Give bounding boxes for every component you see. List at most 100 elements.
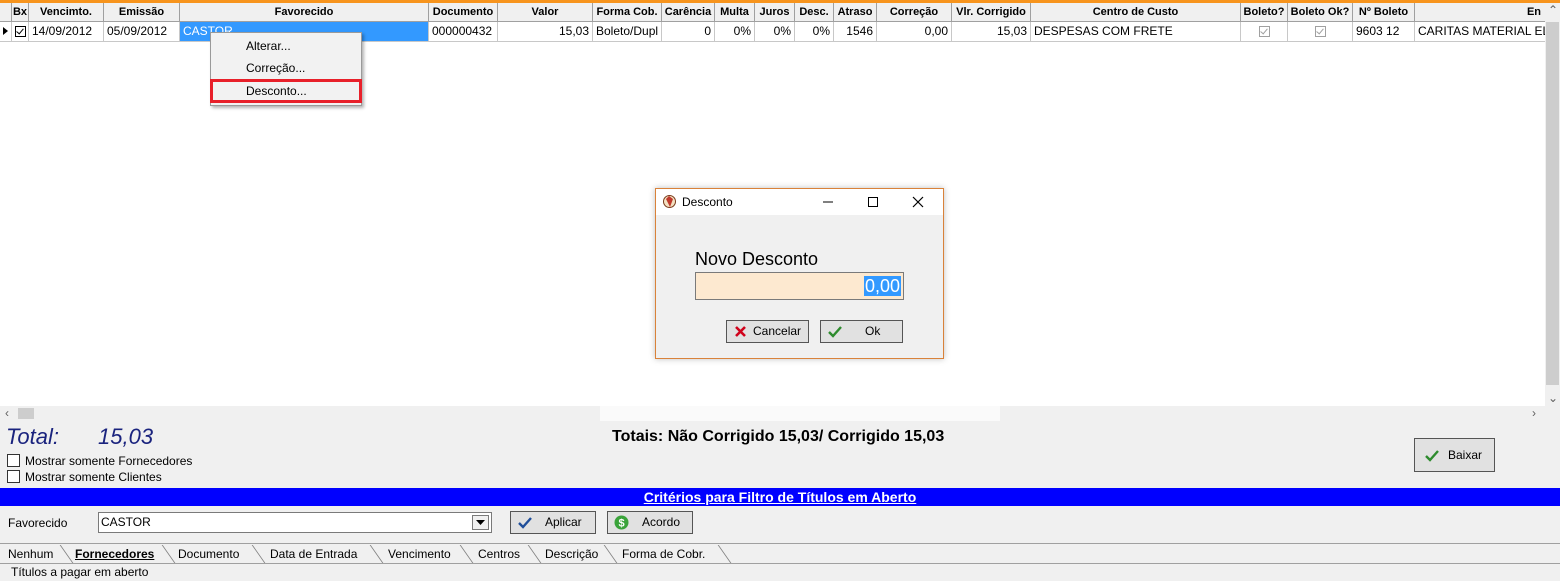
cancel-button[interactable]: Cancelar — [726, 320, 809, 343]
tab-documento[interactable]: Documento — [178, 544, 239, 564]
header-vlr-corrigido[interactable]: Vlr. Corrigido — [952, 3, 1031, 21]
scroll-right-icon[interactable]: › — [1532, 406, 1536, 421]
tab-divider — [459, 545, 474, 563]
favorecido-combo-value[interactable]: CASTOR — [101, 513, 151, 532]
boleto-ok-checkbox[interactable] — [1314, 26, 1326, 38]
tab-data-entrada[interactable]: Data de Entrada — [270, 544, 357, 564]
header-favorecido[interactable]: Favorecido — [180, 3, 429, 21]
total-value: 15,03 — [98, 424, 154, 449]
cell-carencia[interactable]: 0 — [662, 22, 715, 41]
grid-header: Bx Vencimto. Emissão Favorecido Document… — [0, 3, 1545, 22]
scroll-up-icon[interactable]: ⌃ — [1548, 3, 1558, 18]
cell-documento[interactable]: 000000432 — [429, 22, 498, 41]
tab-descricao[interactable]: Descrição — [545, 544, 598, 564]
cell-boleto[interactable] — [1241, 22, 1288, 41]
acordo-label: Acordo — [642, 515, 681, 529]
filter-criteria-bar: Critérios para Filtro de Títulos em Aber… — [0, 488, 1560, 506]
baixar-check-icon — [1425, 450, 1439, 462]
ok-check-icon — [828, 326, 842, 338]
baixar-button[interactable]: Baixar — [1414, 438, 1495, 472]
bx-checkbox[interactable] — [15, 26, 26, 38]
header-desc[interactable]: Desc. — [795, 3, 834, 21]
header-juros[interactable]: Juros — [755, 3, 795, 21]
horizontal-scroll-thumb[interactable] — [18, 408, 34, 419]
checkbox-clientes-box[interactable] — [7, 470, 20, 483]
cell-emissao[interactable]: 05/09/2012 — [104, 22, 180, 41]
tab-vencimento[interactable]: Vencimento — [388, 544, 451, 564]
header-atraso[interactable]: Atraso — [834, 3, 877, 21]
favorecido-combo[interactable]: CASTOR — [98, 512, 492, 533]
tab-divider — [717, 545, 732, 563]
header-indicator — [0, 3, 12, 21]
cell-centro-custo[interactable]: DESPESAS COM FRETE — [1031, 22, 1241, 41]
checkbox-clientes[interactable]: Mostrar somente Clientes — [7, 470, 162, 484]
menu-item-desconto[interactable]: Desconto... — [210, 79, 362, 103]
header-documento[interactable]: Documento — [429, 3, 498, 21]
row-indicator — [0, 22, 12, 41]
aplicar-check-icon — [518, 517, 532, 529]
tab-centros[interactable]: Centros — [478, 544, 520, 564]
header-n-boleto[interactable]: Nº Boleto — [1353, 3, 1415, 21]
scroll-left-icon[interactable]: ‹ — [5, 406, 9, 421]
cancel-label: Cancelar — [753, 324, 802, 338]
header-vencimento[interactable]: Vencimto. — [29, 3, 104, 21]
combo-dropdown-button[interactable] — [472, 515, 489, 530]
menu-item-alterar[interactable]: Alterar... — [211, 35, 361, 57]
context-menu: Alterar... Correção... Desconto... — [210, 32, 362, 106]
svg-text:$: $ — [618, 518, 624, 530]
cell-atraso[interactable]: 1546 — [834, 22, 877, 41]
checkbox-clientes-label: Mostrar somente Clientes — [25, 470, 162, 484]
total-label: Total: — [6, 424, 60, 449]
totais-summary: Totais: Não Corrigido 15,03/ Corrigido 1… — [612, 428, 945, 445]
cancel-x-icon — [735, 326, 746, 337]
dialog-body: Novo Desconto 0,00 Cancelar Ok — [656, 215, 943, 358]
header-emissao[interactable]: Emissão — [104, 3, 180, 21]
cell-n-boleto[interactable]: 9603 12 — [1353, 22, 1415, 41]
novo-desconto-input[interactable]: 0,00 — [695, 272, 904, 300]
boleto-checkbox[interactable] — [1258, 26, 1270, 38]
header-carencia[interactable]: Carência — [662, 3, 715, 21]
cell-juros[interactable]: 0% — [755, 22, 795, 41]
aplicar-button[interactable]: Aplicar — [510, 511, 596, 534]
tab-nenhum[interactable]: Nenhum — [8, 544, 53, 564]
cell-forma-cob[interactable]: Boleto/Dupl — [593, 22, 662, 41]
header-valor[interactable]: Valor — [498, 3, 593, 21]
cell-boleto-ok[interactable] — [1288, 22, 1353, 41]
cell-en[interactable]: CARITAS MATERIAL EL — [1415, 22, 1545, 41]
tab-forma-cobr[interactable]: Forma de Cobr. — [622, 544, 705, 564]
minimize-icon[interactable] — [822, 196, 834, 208]
header-boleto-ok[interactable]: Boleto Ok? — [1288, 3, 1353, 21]
scroll-down-icon[interactable]: ⌄ — [1548, 391, 1558, 406]
header-boleto[interactable]: Boleto? — [1241, 3, 1288, 21]
horizontal-scroll-track[interactable] — [600, 406, 1000, 421]
cell-vencimento[interactable]: 14/09/2012 — [29, 22, 104, 41]
header-bx[interactable]: Bx — [12, 3, 29, 21]
cell-bx[interactable] — [12, 22, 29, 41]
menu-item-correcao[interactable]: Correção... — [211, 57, 361, 79]
chevron-down-icon — [476, 520, 485, 525]
close-icon[interactable] — [912, 196, 924, 208]
header-forma-cob[interactable]: Forma Cob. — [593, 3, 662, 21]
checkbox-fornecedores[interactable]: Mostrar somente Fornecedores — [7, 454, 192, 468]
baixar-label: Baixar — [1448, 448, 1483, 462]
checkbox-fornecedores-box[interactable] — [7, 454, 20, 467]
ok-label: Ok — [865, 324, 881, 338]
row-pointer-icon — [3, 27, 8, 35]
cell-correcao[interactable]: 0,00 — [877, 22, 952, 41]
header-en[interactable]: En — [1415, 3, 1545, 21]
vertical-scroll-thumb[interactable] — [1546, 22, 1559, 385]
header-correcao[interactable]: Correção — [877, 3, 952, 21]
ok-button[interactable]: Ok — [820, 320, 903, 343]
maximize-icon[interactable] — [867, 196, 879, 208]
tab-fornecedores[interactable]: Fornecedores — [75, 544, 154, 564]
dollar-icon: $ — [614, 515, 629, 530]
cell-desc[interactable]: 0% — [795, 22, 834, 41]
acordo-button[interactable]: $ Acordo — [607, 511, 693, 534]
dialog-titlebar[interactable]: Desconto — [656, 189, 943, 215]
header-multa[interactable]: Multa — [715, 3, 755, 21]
cell-multa[interactable]: 0% — [715, 22, 755, 41]
cell-vlr-corrigido[interactable]: 15,03 — [952, 22, 1031, 41]
header-centro-custo[interactable]: Centro de Custo — [1031, 3, 1241, 21]
novo-desconto-value[interactable]: 0,00 — [863, 276, 901, 296]
cell-valor[interactable]: 15,03 — [498, 22, 593, 41]
